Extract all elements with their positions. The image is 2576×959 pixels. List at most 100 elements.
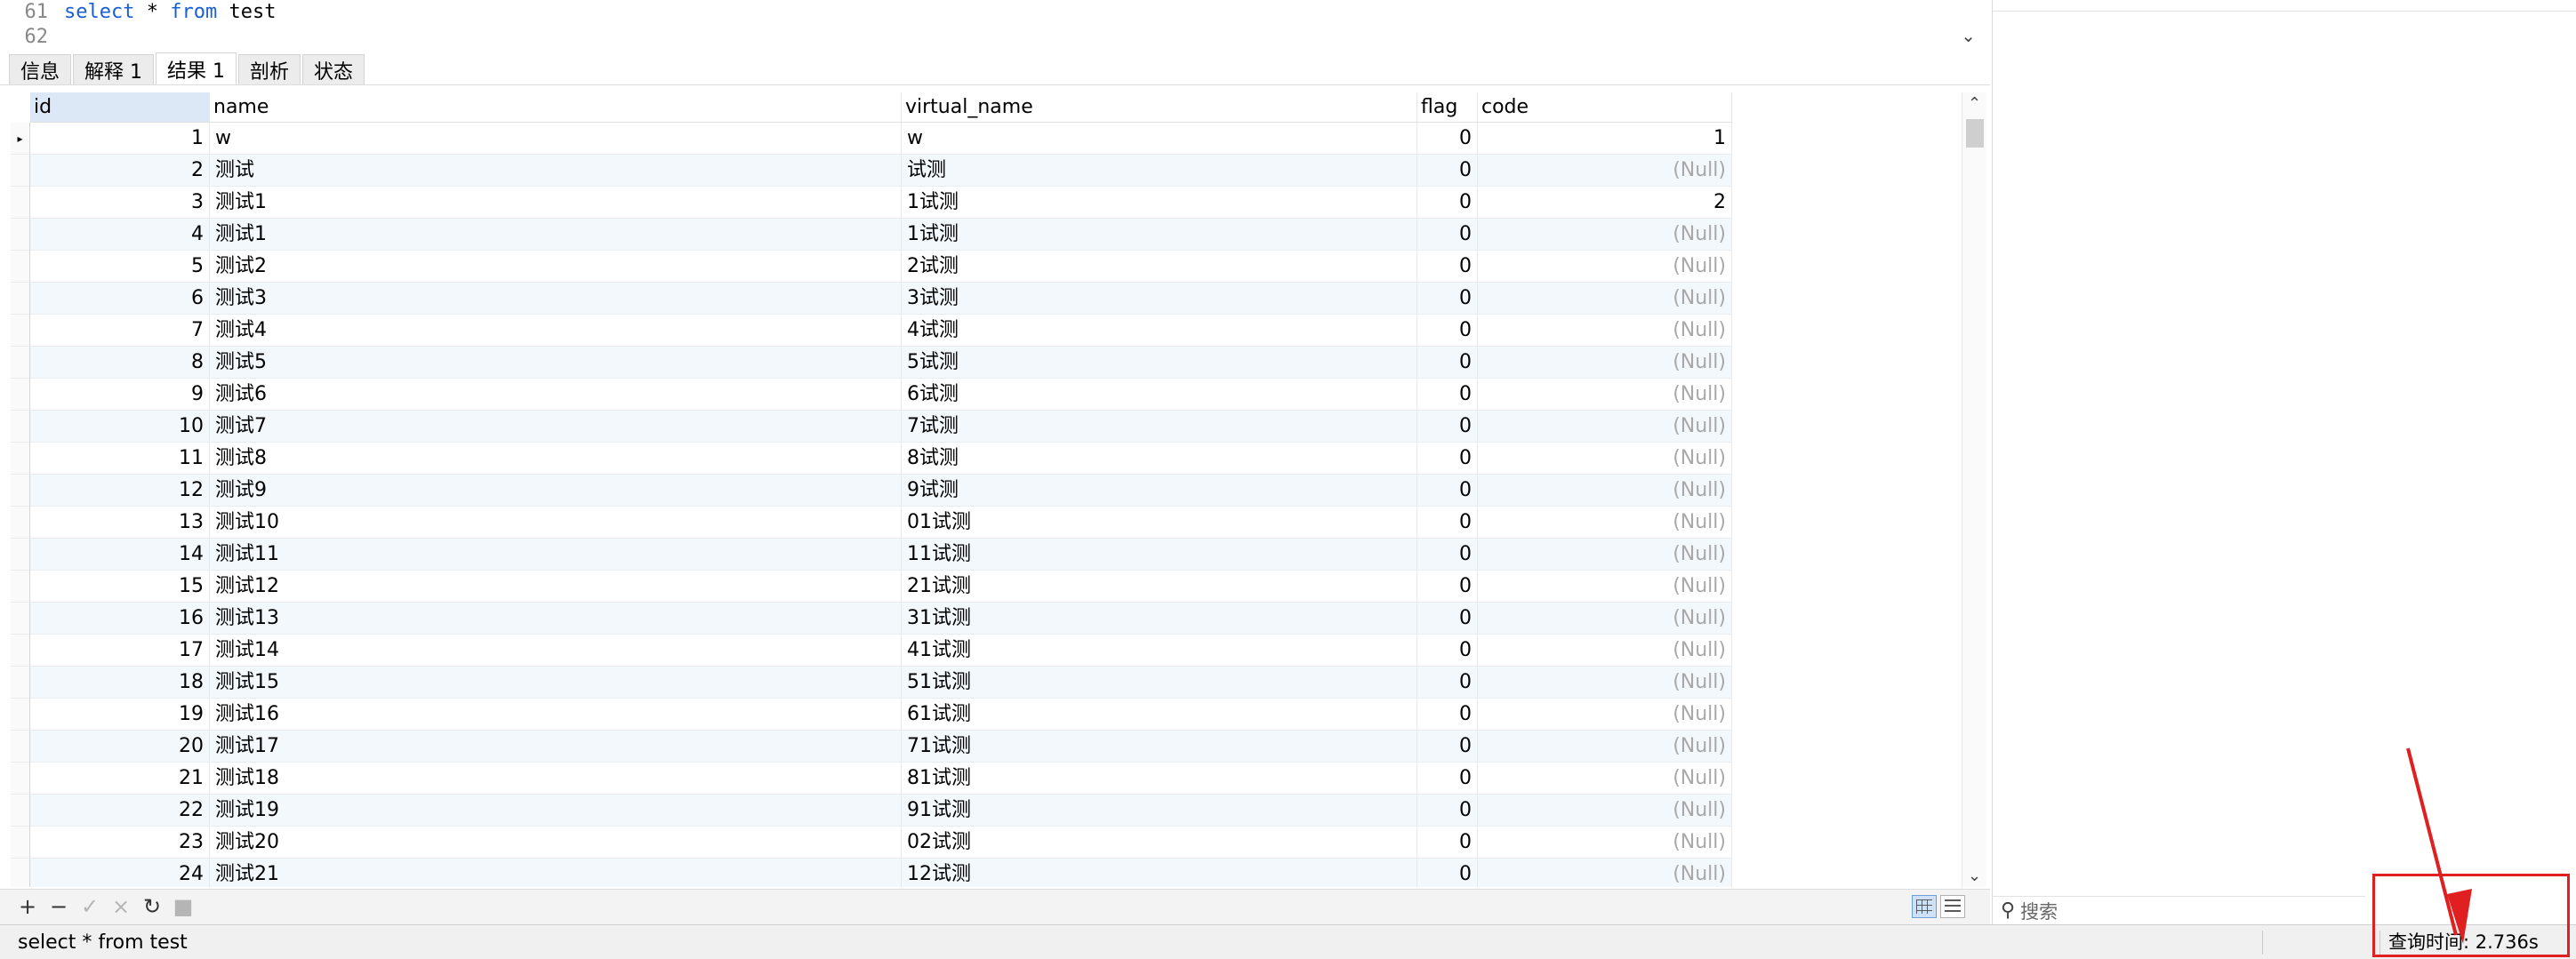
tab-explain[interactable]: 解释 1 bbox=[73, 54, 155, 84]
cell-name[interactable]: 测试21 bbox=[210, 859, 902, 887]
cell-name[interactable]: 测试2 bbox=[210, 251, 902, 283]
cell-code[interactable]: (Null) bbox=[1478, 731, 1732, 763]
cell-id[interactable]: 16 bbox=[30, 603, 210, 635]
cell-name[interactable]: 测试15 bbox=[210, 667, 902, 699]
cell-name[interactable]: 测试11 bbox=[210, 539, 902, 571]
cell-code[interactable]: (Null) bbox=[1478, 507, 1732, 539]
row-selector[interactable] bbox=[11, 827, 30, 859]
row-selector[interactable] bbox=[11, 347, 30, 379]
cell-virtual-name[interactable]: 51试测 bbox=[902, 667, 1417, 699]
table-row[interactable]: ▸ 1 w w 0 1 bbox=[11, 123, 1732, 155]
stop-icon[interactable]: ■ bbox=[170, 893, 197, 920]
row-selector[interactable] bbox=[11, 283, 30, 315]
cell-name[interactable]: 测试4 bbox=[210, 315, 902, 347]
add-record-icon[interactable]: + bbox=[14, 893, 41, 920]
cell-id[interactable]: 19 bbox=[30, 699, 210, 731]
cell-code[interactable]: (Null) bbox=[1478, 475, 1732, 507]
row-selector[interactable] bbox=[11, 379, 30, 411]
cell-name[interactable]: 测试5 bbox=[210, 347, 902, 379]
cell-id[interactable]: 22 bbox=[30, 795, 210, 827]
cell-flag[interactable]: 0 bbox=[1417, 507, 1478, 539]
cell-id[interactable]: 8 bbox=[30, 347, 210, 379]
scroll-down-icon[interactable]: ⌄ bbox=[1968, 867, 1981, 885]
table-row[interactable]: 10 测试7 7试测 0 (Null) bbox=[11, 411, 1732, 443]
grid-view-button[interactable] bbox=[1912, 895, 1937, 918]
table-row[interactable]: 8 测试5 5试测 0 (Null) bbox=[11, 347, 1732, 379]
cell-flag[interactable]: 0 bbox=[1417, 731, 1478, 763]
table-row[interactable]: 22 测试19 91试测 0 (Null) bbox=[11, 795, 1732, 827]
cell-name[interactable]: 测试3 bbox=[210, 283, 902, 315]
cell-flag[interactable]: 0 bbox=[1417, 827, 1478, 859]
table-row[interactable]: 16 测试13 31试测 0 (Null) bbox=[11, 603, 1732, 635]
cell-code[interactable]: (Null) bbox=[1478, 251, 1732, 283]
table-row[interactable]: 19 测试16 61试测 0 (Null) bbox=[11, 699, 1732, 731]
table-row[interactable]: 24 测试21 12试测 0 (Null) bbox=[11, 859, 1732, 887]
table-row[interactable]: 15 测试12 21试测 0 (Null) bbox=[11, 571, 1732, 603]
cell-code[interactable]: (Null) bbox=[1478, 443, 1732, 475]
row-selector[interactable] bbox=[11, 187, 30, 219]
cell-virtual-name[interactable]: 61试测 bbox=[902, 699, 1417, 731]
cell-name[interactable]: w bbox=[210, 123, 902, 155]
cell-id[interactable]: 18 bbox=[30, 667, 210, 699]
cell-virtual-name[interactable]: 02试测 bbox=[902, 827, 1417, 859]
cell-code[interactable]: (Null) bbox=[1478, 571, 1732, 603]
cell-flag[interactable]: 0 bbox=[1417, 699, 1478, 731]
cell-virtual-name[interactable]: 81试测 bbox=[902, 763, 1417, 795]
cell-code[interactable]: (Null) bbox=[1478, 635, 1732, 667]
cell-code[interactable]: (Null) bbox=[1478, 859, 1732, 887]
cell-flag[interactable]: 0 bbox=[1417, 763, 1478, 795]
refresh-icon[interactable]: ↻ bbox=[139, 893, 165, 920]
cell-flag[interactable]: 0 bbox=[1417, 475, 1478, 507]
row-selector[interactable] bbox=[11, 443, 30, 475]
row-selector[interactable] bbox=[11, 667, 30, 699]
row-selector[interactable] bbox=[11, 219, 30, 251]
cell-code[interactable]: (Null) bbox=[1478, 763, 1732, 795]
cell-id[interactable]: 12 bbox=[30, 475, 210, 507]
cell-flag[interactable]: 0 bbox=[1417, 379, 1478, 411]
row-selector[interactable] bbox=[11, 571, 30, 603]
cell-name[interactable]: 测试6 bbox=[210, 379, 902, 411]
cell-code[interactable]: (Null) bbox=[1478, 411, 1732, 443]
current-row-indicator-icon[interactable]: ▸ bbox=[11, 123, 30, 155]
cell-virtual-name[interactable]: w bbox=[902, 123, 1417, 155]
cell-flag[interactable]: 0 bbox=[1417, 187, 1478, 219]
result-grid[interactable]: id name virtual_name flag code ▸ 1 w w 0 1 2 测试 试测 0 (N… bbox=[11, 92, 1963, 887]
cell-name[interactable]: 测试19 bbox=[210, 795, 902, 827]
table-row[interactable]: 21 测试18 81试测 0 (Null) bbox=[11, 763, 1732, 795]
cell-code[interactable]: (Null) bbox=[1478, 603, 1732, 635]
row-selector[interactable] bbox=[11, 251, 30, 283]
tab-info[interactable]: 信息 bbox=[9, 54, 72, 84]
cell-virtual-name[interactable]: 7试测 bbox=[902, 411, 1417, 443]
cell-code[interactable]: 1 bbox=[1478, 123, 1732, 155]
cell-name[interactable]: 测试17 bbox=[210, 731, 902, 763]
row-selector[interactable] bbox=[11, 635, 30, 667]
table-row[interactable]: 20 测试17 71试测 0 (Null) bbox=[11, 731, 1732, 763]
cell-virtual-name[interactable]: 01试测 bbox=[902, 507, 1417, 539]
table-row[interactable]: 5 测试2 2试测 0 (Null) bbox=[11, 251, 1732, 283]
form-view-button[interactable] bbox=[1940, 895, 1965, 918]
cell-name[interactable]: 测试13 bbox=[210, 603, 902, 635]
column-header-name[interactable]: name bbox=[210, 92, 902, 123]
cell-flag[interactable]: 0 bbox=[1417, 539, 1478, 571]
cell-virtual-name[interactable]: 21试测 bbox=[902, 571, 1417, 603]
cell-code[interactable]: (Null) bbox=[1478, 219, 1732, 251]
cell-flag[interactable]: 0 bbox=[1417, 283, 1478, 315]
row-selector[interactable] bbox=[11, 763, 30, 795]
cell-id[interactable]: 1 bbox=[30, 123, 210, 155]
cell-virtual-name[interactable]: 2试测 bbox=[902, 251, 1417, 283]
cell-id[interactable]: 17 bbox=[30, 635, 210, 667]
cell-flag[interactable]: 0 bbox=[1417, 347, 1478, 379]
panel-search[interactable]: ⚲ 搜索 bbox=[1992, 896, 2365, 924]
cell-code[interactable]: (Null) bbox=[1478, 795, 1732, 827]
cell-code[interactable]: (Null) bbox=[1478, 155, 1732, 187]
cell-virtual-name[interactable]: 4试测 bbox=[902, 315, 1417, 347]
cell-flag[interactable]: 0 bbox=[1417, 571, 1478, 603]
table-row[interactable]: 18 测试15 51试测 0 (Null) bbox=[11, 667, 1732, 699]
column-header-code[interactable]: code bbox=[1478, 92, 1732, 123]
cell-virtual-name[interactable]: 6试测 bbox=[902, 379, 1417, 411]
cell-virtual-name[interactable]: 31试测 bbox=[902, 603, 1417, 635]
cell-id[interactable]: 10 bbox=[30, 411, 210, 443]
grid-vertical-scrollbar[interactable]: ⌃ ⌄ bbox=[1962, 92, 1986, 887]
table-row[interactable]: 13 测试10 01试测 0 (Null) bbox=[11, 507, 1732, 539]
cell-virtual-name[interactable]: 8试测 bbox=[902, 443, 1417, 475]
